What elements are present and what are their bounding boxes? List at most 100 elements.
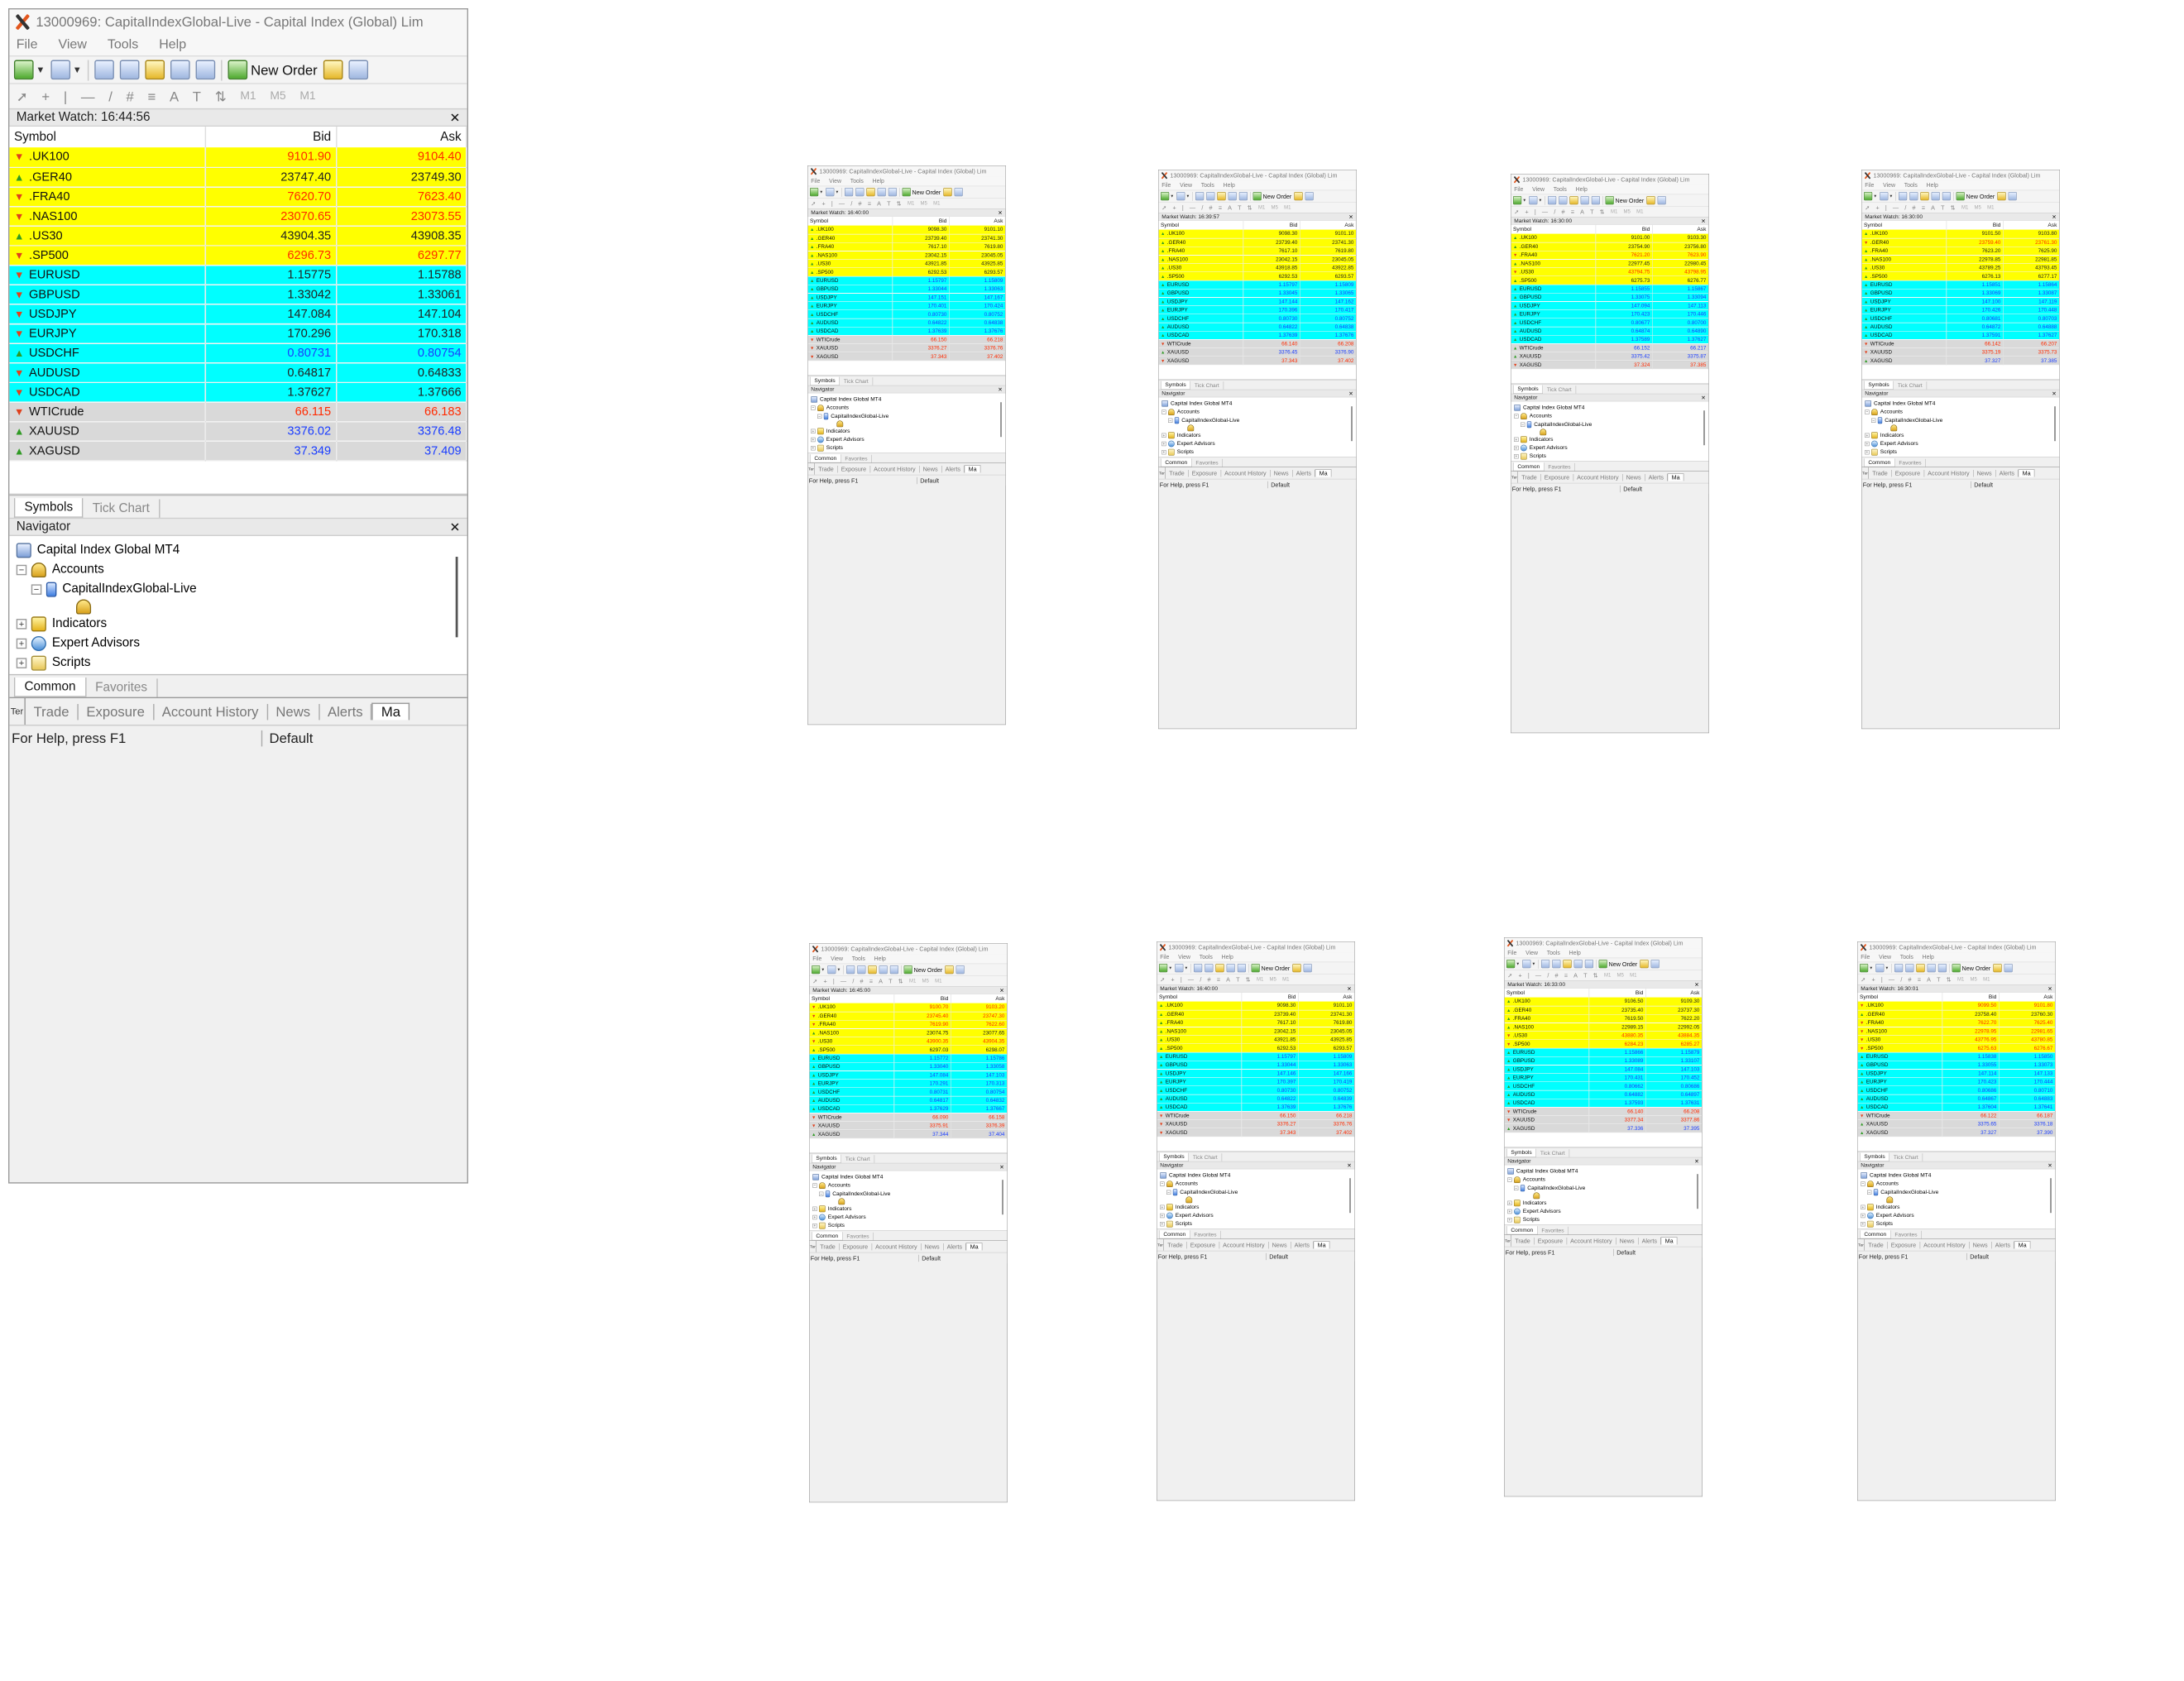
timeframe-m5[interactable]: M5 xyxy=(1975,205,1981,211)
table-row[interactable]: ▲ .US30 43921.85 43925.85 xyxy=(807,259,1006,268)
navigator-scrollbar[interactable] xyxy=(1000,402,1002,438)
tab-trade[interactable]: Trade xyxy=(26,703,79,720)
text-label-icon[interactable]: T xyxy=(887,200,890,207)
timeframe-m15[interactable]: M1 xyxy=(1983,977,1990,983)
table-row[interactable]: ▲ XAGUSD 37.327 37.390 xyxy=(1857,1128,2056,1137)
collapse-icon[interactable]: − xyxy=(1161,409,1166,414)
tree-item-expert-advisors[interactable]: + Expert Advisors xyxy=(811,435,1003,443)
terminal-icon[interactable] xyxy=(1226,964,1235,973)
collapse-icon[interactable]: − xyxy=(819,1191,824,1196)
table-row[interactable]: ▲ EURJPY 170.423 170.444 xyxy=(1857,1077,2056,1086)
table-row[interactable]: ▼ XAGUSD 37.343 37.402 xyxy=(1157,1128,1355,1137)
auto-trading-icon[interactable] xyxy=(1993,964,2002,973)
text-icon[interactable]: A xyxy=(1573,972,1578,979)
navigator-icon[interactable] xyxy=(1215,964,1224,973)
table-row[interactable]: ▼ .GER40 23759.40 23761.30 xyxy=(1861,237,2060,247)
table-row[interactable]: ▲ .NAS100 22977.45 22980.45 xyxy=(1511,259,1709,268)
tab-favorites[interactable]: Favorites xyxy=(1192,458,1223,467)
options-icon[interactable] xyxy=(1657,196,1666,205)
crosshair-icon[interactable]: + xyxy=(1871,976,1875,983)
navigator-scrollbar[interactable] xyxy=(1002,1180,1003,1215)
table-row[interactable]: ▲ USDCHF 0.80730 0.80752 xyxy=(807,309,1006,319)
strategy-tester-icon[interactable] xyxy=(1237,964,1246,973)
menu-view[interactable]: View xyxy=(1532,187,1545,193)
collapse-icon[interactable]: − xyxy=(1166,1190,1171,1195)
tab-favorites[interactable]: Favorites xyxy=(86,678,158,697)
tab-account-history[interactable]: Account History xyxy=(870,465,920,473)
options-icon[interactable] xyxy=(954,188,963,197)
expand-icon[interactable]: + xyxy=(1161,450,1166,455)
close-icon[interactable]: ✕ xyxy=(2052,213,2057,220)
vertical-line-icon[interactable]: | xyxy=(1182,204,1184,211)
menu-tools[interactable]: Tools xyxy=(852,956,865,962)
expand-icon[interactable]: + xyxy=(1861,1222,1866,1227)
fibonacci-icon[interactable]: ≡ xyxy=(1922,204,1925,211)
market-watch-icon[interactable] xyxy=(1894,964,1904,973)
column-header-bid[interactable]: Bid xyxy=(893,216,950,226)
tree-item-server[interactable]: − CapitalIndexGlobal-Live xyxy=(1161,416,1353,424)
close-icon[interactable]: ✕ xyxy=(2052,390,2057,396)
column-header-symbol[interactable]: Symbol xyxy=(1861,220,1947,230)
profiles-icon[interactable] xyxy=(1175,964,1184,973)
terminal-icon[interactable] xyxy=(170,60,190,80)
tab-common[interactable]: Common xyxy=(1864,458,1895,467)
profiles-icon[interactable] xyxy=(1522,960,1531,969)
column-header-ask[interactable]: Ask xyxy=(951,994,1008,1003)
timeframe-m15[interactable]: M1 xyxy=(1987,205,1994,211)
column-header-ask[interactable]: Ask xyxy=(2003,220,2060,230)
menu-file[interactable]: File xyxy=(1160,955,1169,960)
navigator-scrollbar[interactable] xyxy=(1349,1178,1351,1214)
cursor-icon[interactable]: ➚ xyxy=(1514,208,1519,215)
tree-item-expert-advisors[interactable]: + Expert Advisors xyxy=(1160,1211,1352,1219)
tab-mailbox[interactable]: Ma xyxy=(1313,1241,1330,1249)
timeframe-m15[interactable]: M1 xyxy=(1282,977,1289,983)
profiles-icon[interactable] xyxy=(826,188,835,197)
table-row[interactable]: ▼ WTICrude 66.115 66.183 xyxy=(9,401,467,422)
table-row[interactable]: ▲ EURJPY 170.397 170.419 xyxy=(1157,1077,1355,1086)
dropdown-arrow-icon[interactable]: ▼ xyxy=(1539,198,1543,202)
table-row[interactable]: ▲ .SP500 6276.13 6277.17 xyxy=(1861,271,2060,281)
tab-symbols[interactable]: Symbols xyxy=(1513,385,1544,394)
text-icon[interactable]: A xyxy=(1927,976,1931,983)
fibonacci-icon[interactable]: ≡ xyxy=(1918,976,1921,983)
table-row[interactable]: ▲ GBPUSD 1.33055 1.33073 xyxy=(1857,1061,2056,1070)
table-row[interactable]: ▼ EURJPY 170.296 170.318 xyxy=(9,323,467,344)
table-row[interactable]: ▲ WTICrude 66.152 66.217 xyxy=(1511,343,1709,352)
dropdown-arrow-icon[interactable]: ▼ xyxy=(1885,965,1889,970)
tab-symbols[interactable]: Symbols xyxy=(812,1154,842,1163)
tab-symbols[interactable]: Symbols xyxy=(1506,1148,1537,1157)
text-label-icon[interactable]: T xyxy=(1238,204,1241,211)
trendline-icon[interactable]: / xyxy=(1904,204,1906,211)
tree-item-accounts[interactable]: − Accounts xyxy=(811,404,1003,412)
navigator-scrollbar[interactable] xyxy=(455,557,458,638)
terminal-icon[interactable] xyxy=(877,188,886,197)
tree-item-scripts[interactable]: + Scripts xyxy=(1161,448,1353,457)
tab-symbols[interactable]: Symbols xyxy=(1159,1152,1190,1161)
expand-icon[interactable]: + xyxy=(1161,441,1166,447)
trendline-icon[interactable]: / xyxy=(1200,976,1201,983)
table-row[interactable]: ▲ EURJPY 170.396 170.417 xyxy=(1158,305,1357,314)
tree-item-scripts[interactable]: + Scripts xyxy=(811,444,1003,453)
table-row[interactable]: ▲ EURUSD 1.15851 1.15864 xyxy=(1861,280,2060,290)
tree-item-server[interactable]: − CapitalIndexGlobal-Live xyxy=(1865,416,2057,424)
table-row[interactable]: ▲ EURUSD 1.15866 1.15879 xyxy=(1504,1047,1703,1057)
options-icon[interactable] xyxy=(1650,960,1660,969)
tab-alerts[interactable]: Alerts xyxy=(941,465,965,473)
table-row[interactable]: ▲ AUDUSD 0.64822 0.64838 xyxy=(1158,322,1357,332)
column-header-bid[interactable]: Bid xyxy=(1942,992,2000,1002)
new-chart-icon[interactable] xyxy=(1506,960,1516,969)
table-row[interactable]: ▲ .NAS100 23042.15 23045.05 xyxy=(807,251,1006,260)
table-row[interactable]: ▲ XAUUSD 3376.02 3376.48 xyxy=(9,421,467,442)
tree-item-account-user[interactable] xyxy=(812,1198,1004,1205)
tab-common[interactable]: Common xyxy=(1159,1230,1190,1239)
expand-icon[interactable]: + xyxy=(811,429,816,433)
timeframe-m5[interactable]: M5 xyxy=(921,201,927,207)
table-row[interactable]: ▲ .NAS100 22989.15 22992.05 xyxy=(1504,1022,1703,1032)
tree-item-indicators[interactable]: + Indicators xyxy=(1514,435,1706,443)
tree-item-root[interactable]: Capital Index Global MT4 xyxy=(1514,404,1706,412)
column-header-ask[interactable]: Ask xyxy=(1298,992,1355,1002)
options-icon[interactable] xyxy=(2004,964,2013,973)
close-icon[interactable]: ✕ xyxy=(1348,213,1353,220)
tab-exposure[interactable]: Exposure xyxy=(840,1243,872,1251)
dropdown-arrow-icon[interactable]: ▼ xyxy=(1889,194,1894,198)
